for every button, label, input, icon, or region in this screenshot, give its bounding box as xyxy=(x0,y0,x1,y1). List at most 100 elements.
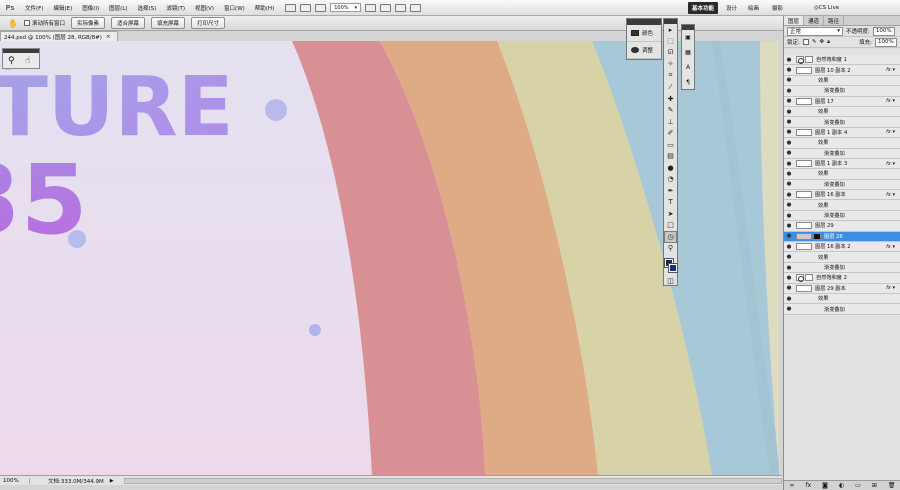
tab-channels[interactable]: 通道 xyxy=(804,16,825,25)
blend-mode-select[interactable]: 正常 ▾ xyxy=(787,26,843,36)
color-panel-button[interactable]: 颜色 xyxy=(627,25,661,42)
eye-icon[interactable]: ● xyxy=(784,285,794,291)
layer-row[interactable]: ● 渐变叠加 xyxy=(784,262,900,274)
opacity-input[interactable]: 100% xyxy=(872,26,895,36)
layer-row[interactable]: ● 效果 xyxy=(784,138,900,149)
eye-icon[interactable]: ● xyxy=(784,119,794,125)
document-tab[interactable]: 244.psd @ 100% (图层 28, RGB/8#) × xyxy=(0,31,118,41)
eye-icon[interactable]: ● xyxy=(784,213,794,219)
layer-thumbnail[interactable] xyxy=(796,56,804,65)
arrange-documents-icon[interactable] xyxy=(395,3,407,12)
menu-layer[interactable]: 图层(L) xyxy=(104,4,132,12)
layer-row[interactable]: ● 效果 xyxy=(784,106,900,118)
layer-row[interactable]: ● 渐变叠加 xyxy=(784,179,900,191)
bridge-icon[interactable] xyxy=(285,3,297,12)
eye-icon[interactable]: ● xyxy=(784,161,794,167)
panel-header[interactable] xyxy=(3,49,39,53)
horizontal-scrollbar[interactable] xyxy=(123,477,782,484)
layer-thumbnail[interactable] xyxy=(796,222,812,230)
layer-row[interactable]: ● 图层 29 副本 fx ▾ xyxy=(784,283,900,294)
layer-row[interactable]: ● 效果 xyxy=(784,200,900,211)
layer-row[interactable]: ● 图层 16 副本 2 fx ▾ xyxy=(784,242,900,253)
layer-row[interactable]: ● 渐变叠加 xyxy=(784,86,900,97)
history-brush-icon[interactable]: ✐ xyxy=(664,128,677,140)
menu-file[interactable]: 文件(F) xyxy=(20,4,48,12)
layer-thumbnail[interactable] xyxy=(796,191,812,199)
eyedropper-icon[interactable]: ⁄ xyxy=(664,82,677,94)
path-select-icon[interactable]: ➤ xyxy=(664,208,677,220)
close-icon[interactable]: × xyxy=(106,34,111,40)
hand-tool-icon[interactable]: ✋ xyxy=(8,19,18,28)
lock-brush-icon[interactable]: ✎ xyxy=(812,39,817,45)
eraser-icon[interactable]: ▭ xyxy=(664,139,677,151)
mini-bridge-icon[interactable] xyxy=(300,3,312,12)
fx-icon[interactable]: fx ▾ xyxy=(886,192,895,198)
lock-move-icon[interactable]: ✥ xyxy=(819,39,824,45)
actual-pixels-button[interactable]: 实际像素 xyxy=(70,17,105,29)
eye-icon[interactable]: ● xyxy=(784,77,794,83)
eye-icon[interactable]: ● xyxy=(784,57,794,63)
eye-icon[interactable]: ● xyxy=(784,181,794,187)
fx-icon[interactable]: fx ▾ xyxy=(886,98,895,104)
pen-icon[interactable]: ✒ xyxy=(664,185,677,197)
fill-input[interactable]: 100% xyxy=(875,37,897,47)
gradient-icon[interactable]: ▤ xyxy=(664,151,677,163)
layer-row[interactable]: ● 图层 10 副本 2 fx ▾ xyxy=(784,65,900,76)
menu-edit[interactable]: 编辑(E) xyxy=(48,4,77,12)
layer-row[interactable]: ● 图层 28 xyxy=(784,231,900,243)
rotate-icon[interactable] xyxy=(380,3,392,12)
fit-screen-button[interactable]: 适合屏幕 xyxy=(111,17,146,29)
menu-select[interactable]: 选择(S) xyxy=(133,4,162,12)
layer-row[interactable]: ● 渐变叠加 xyxy=(784,304,900,315)
trash-icon[interactable]: 🗑︎ xyxy=(888,482,896,489)
eye-icon[interactable]: ● xyxy=(784,233,794,239)
brush-icon[interactable]: ✎ xyxy=(664,105,677,117)
lasso-icon[interactable]: ᘏ xyxy=(664,47,677,59)
hand-preset-icon[interactable]: ☝ xyxy=(25,56,30,66)
view-extras-icon[interactable] xyxy=(315,3,327,12)
workspace-photography[interactable]: 摄影 xyxy=(768,2,787,14)
screen-mode-icon[interactable] xyxy=(410,3,422,12)
layer-row[interactable]: ● 自然饱和度 2 xyxy=(784,273,900,284)
cs-live-button[interactable]: ◎ CS Live xyxy=(810,2,843,14)
history-panel-icon[interactable]: ▣ xyxy=(682,30,694,45)
fx-icon[interactable]: fx ▾ xyxy=(886,67,895,73)
layer-row[interactable]: ● 图层 1 副本 4 fx ▾ xyxy=(784,127,900,139)
tab-layers[interactable]: 图层 xyxy=(784,16,805,25)
quick-mask-icon[interactable]: ◫ xyxy=(664,275,677,287)
layer-row[interactable]: ● 效果 xyxy=(784,75,900,87)
new-group-icon[interactable]: ▭ xyxy=(855,482,861,489)
layer-thumbnail[interactable] xyxy=(796,284,812,292)
stamp-icon[interactable]: ⊥ xyxy=(664,116,677,128)
layer-row[interactable]: ● 渐变叠加 xyxy=(784,148,900,159)
zoom-dropdown[interactable]: 100% ▾ xyxy=(330,3,362,12)
add-mask-icon[interactable]: ◙ xyxy=(822,482,828,489)
layer-mask-thumbnail[interactable] xyxy=(805,56,813,64)
background-color-swatch[interactable] xyxy=(668,263,678,273)
fill-screen-button[interactable]: 填充屏幕 xyxy=(151,17,186,29)
print-size-button[interactable]: 打印尺寸 xyxy=(191,17,226,29)
eye-icon[interactable]: ● xyxy=(784,129,794,135)
layer-row[interactable]: ● 自然饱和度 1 xyxy=(784,55,900,66)
layer-mask-thumbnail[interactable] xyxy=(805,274,813,282)
layer-thumbnail[interactable] xyxy=(796,97,812,105)
layer-thumbnail[interactable] xyxy=(796,232,812,240)
dodge-icon[interactable]: ◔ xyxy=(664,174,677,186)
zoom-icon[interactable]: ⚲ xyxy=(664,243,677,255)
actions-panel-icon[interactable]: ▦ xyxy=(682,45,694,60)
type-icon[interactable]: T xyxy=(664,197,677,209)
menu-filter[interactable]: 滤镜(T) xyxy=(161,4,190,12)
layer-row[interactable]: ● 图层 1 副本 3 fx ▾ xyxy=(784,158,900,170)
new-adjustment-icon[interactable]: ◐ xyxy=(839,482,844,489)
layer-row[interactable]: ● 效果 xyxy=(784,169,900,180)
shape-icon[interactable]: □ xyxy=(664,220,677,232)
eye-icon[interactable]: ● xyxy=(784,98,794,104)
blur-icon[interactable]: ● xyxy=(664,162,677,174)
workspace-design[interactable]: 设计 xyxy=(722,2,741,14)
lock-all-icon[interactable]: 🔒︎ xyxy=(827,39,830,46)
layer-thumbnail[interactable] xyxy=(796,128,812,136)
menu-view[interactable]: 视图(V) xyxy=(190,4,219,12)
layer-mask-thumbnail[interactable] xyxy=(813,232,821,240)
magic-wand-icon[interactable]: ✧ xyxy=(664,59,677,71)
paragraph-panel-icon[interactable]: ¶ xyxy=(682,75,694,90)
